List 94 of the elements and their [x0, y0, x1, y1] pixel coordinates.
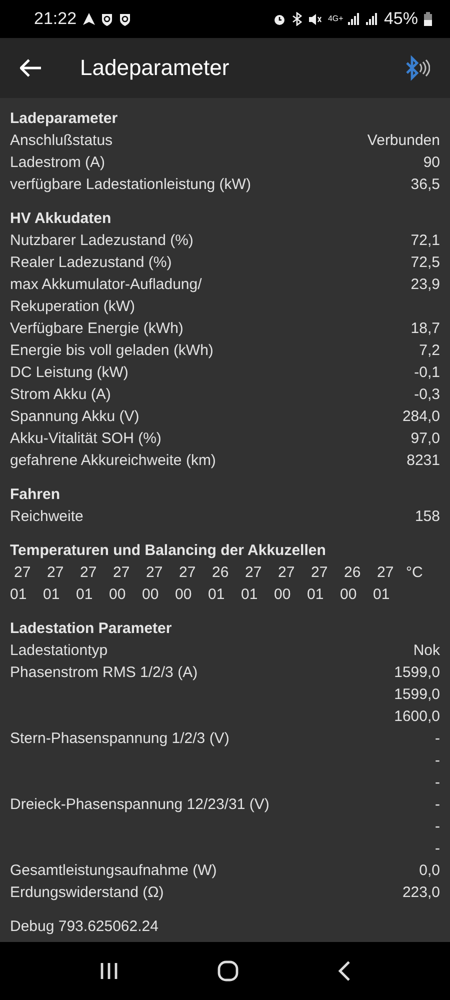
parameter-value: - — [435, 817, 440, 837]
parameter-value: Verbunden — [367, 131, 440, 151]
section-title: HV Akkudaten — [10, 209, 112, 229]
cell-temperature: 27 — [376, 563, 395, 583]
cell-balancing-value: 00 — [175, 585, 193, 605]
parameter-label: Akku-Vitalität SOH (%) — [10, 429, 162, 449]
parameter-value: -0,1 — [414, 363, 440, 383]
parameter-value: -0,3 — [414, 385, 440, 405]
parameter-label: max Akkumulator-Aufladung/ Rekuperation (kW) — [10, 275, 203, 317]
parameter-label: Verfügbare Energie (kWh) — [10, 319, 184, 339]
bluetooth-signal-icon[interactable] — [404, 55, 430, 81]
parameter-label: verfügbare Ladestationleistung (kW) — [10, 175, 251, 195]
parameter-value: - — [435, 751, 440, 771]
parameter-value: 1599,0 — [394, 663, 440, 683]
cell-balancing-value: 01 — [43, 585, 61, 605]
parameter-label: gefahrene Akkureichweite (km) — [10, 451, 216, 471]
cell-temperature: 27 — [46, 563, 65, 583]
parameter-label: Spannung Akku (V) — [10, 407, 140, 427]
shield-icon — [100, 12, 113, 26]
cell-temperature: 27 — [13, 563, 32, 583]
parameter-label: Ladestrom (A) — [10, 153, 106, 173]
home-icon[interactable] — [217, 960, 239, 982]
parameter-value: 97,0 — [410, 429, 440, 449]
cell-temperature: 27 — [79, 563, 98, 583]
parameter-label: Anschlußstatus — [10, 131, 113, 151]
parameter-value: Nok — [413, 641, 440, 661]
back-arrow-icon[interactable] — [20, 59, 42, 77]
cell-balancing-value: 01 — [208, 585, 226, 605]
parameter-label: Erdungswiderstand (Ω) — [10, 883, 164, 903]
parameter-value: 0,0 — [419, 861, 440, 881]
parameter-value: 223,0 — [402, 883, 440, 903]
parameter-label: Stern-Phasenspannung 1/2/3 (V) — [10, 729, 230, 749]
cell-balancing-value: 01 — [10, 585, 28, 605]
parameter-value: 1599,0 — [394, 685, 440, 705]
parameter-label: Realer Ladezustand (%) — [10, 253, 172, 273]
back-icon[interactable] — [337, 961, 351, 981]
signal-icon — [348, 13, 360, 25]
parameter-label: DC Leistung (kW) — [10, 363, 128, 383]
parameter-label: Strom Akku (A) — [10, 385, 111, 405]
section-title: Ladeparameter — [10, 109, 119, 129]
parameter-value: 158 — [414, 507, 440, 527]
parameter-value: 7,2 — [419, 341, 440, 361]
parameter-label: Gesamtleistungsaufnahme (W) — [10, 861, 217, 881]
cell-balancing-value: 00 — [274, 585, 292, 605]
cell-temperature: 26 — [211, 563, 230, 583]
shield-icon — [118, 12, 131, 26]
parameter-label: Phasenstrom RMS 1/2/3 (A) — [10, 663, 198, 683]
parameter-value: 36,5 — [410, 175, 440, 195]
network-type: 4G+ — [328, 15, 342, 23]
parameter-value: - — [435, 729, 440, 749]
alarm-icon — [272, 12, 286, 26]
cell-balancing-value: 00 — [142, 585, 160, 605]
cell-temperature: 27 — [112, 563, 131, 583]
recent-apps-icon[interactable] — [99, 962, 119, 980]
parameter-label: Ladestationtyp — [10, 641, 108, 661]
parameter-label: Reichweite — [10, 507, 84, 527]
signal-icon — [366, 13, 378, 25]
parameter-value: 18,7 — [410, 319, 440, 339]
parameter-value: - — [435, 839, 440, 859]
cell-temperature: 27 — [178, 563, 197, 583]
cell-balancing-value: 01 — [373, 585, 391, 605]
unit-label: °C — [406, 563, 424, 583]
cell-temperature: 26 — [343, 563, 362, 583]
parameter-value: 72,1 — [410, 231, 440, 251]
parameter-value: - — [435, 773, 440, 793]
cell-temperature: 27 — [145, 563, 164, 583]
cell-temperature: 27 — [310, 563, 329, 583]
section-title: Fahren — [10, 485, 62, 505]
parameter-value: 284,0 — [402, 407, 440, 427]
parameter-value: 90 — [423, 153, 440, 173]
battery-icon — [424, 12, 432, 26]
parameter-value: 23,9 — [410, 275, 440, 295]
parameter-value: 72,5 — [410, 253, 440, 273]
screen-title: Ladeparameter — [80, 55, 230, 81]
cell-balancing-value: 00 — [340, 585, 358, 605]
navigation-icon — [82, 13, 95, 25]
cell-balancing-value: 00 — [109, 585, 127, 605]
cell-balancing-value: 01 — [241, 585, 259, 605]
cell-balancing-value: 01 — [76, 585, 94, 605]
mute-icon — [308, 12, 322, 26]
cell-temperature: 27 — [277, 563, 296, 583]
parameter-label: Nutzbarer Ladezustand (%) — [10, 231, 194, 251]
parameter-value: 8231 — [406, 451, 440, 471]
bluetooth-icon — [292, 12, 302, 26]
battery-percent: 45% — [384, 9, 418, 29]
cell-temperature: 27 — [244, 563, 263, 583]
parameter-value: - — [435, 795, 440, 815]
section-title: Temperaturen und Balancing der Akkuzellen — [10, 541, 327, 561]
cell-balancing-value: 01 — [307, 585, 325, 605]
clock-time: 21:22 — [34, 9, 77, 29]
section-title: Ladestation Parameter — [10, 619, 173, 639]
parameter-value: 1600,0 — [394, 707, 440, 727]
parameter-label: Dreieck-Phasenspannung 12/23/31 (V) — [10, 795, 270, 815]
parameter-label: Energie bis voll geladen (kWh) — [10, 341, 214, 361]
